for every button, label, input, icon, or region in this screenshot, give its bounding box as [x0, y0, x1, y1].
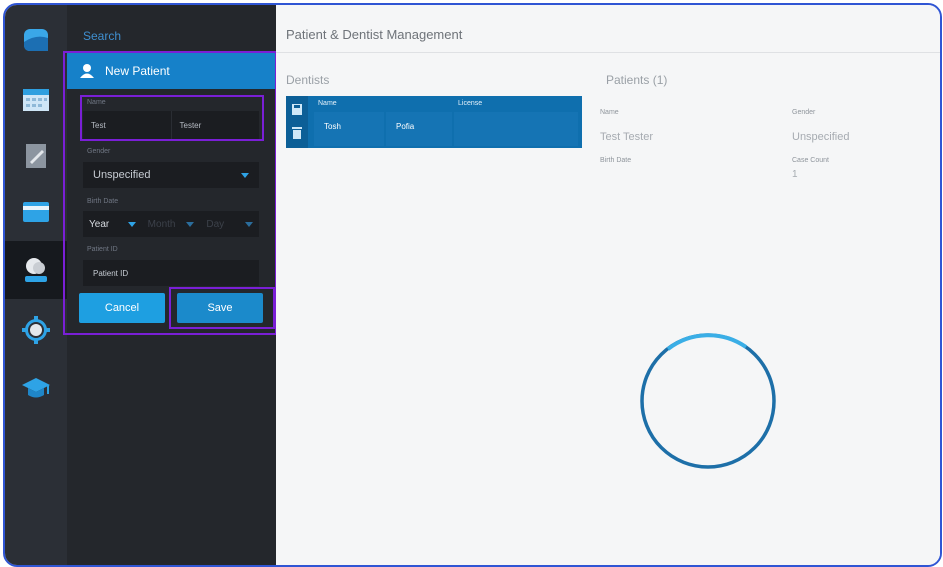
- patient-id-label: Patient ID: [87, 246, 118, 253]
- patient-gender-label: Gender: [792, 109, 816, 116]
- app-logo-icon[interactable]: [5, 11, 67, 69]
- year-select[interactable]: Year: [83, 211, 142, 237]
- card-icon[interactable]: [5, 183, 67, 241]
- page-title: Patient & Dentist Management: [286, 27, 463, 42]
- gender-label: Gender: [87, 148, 111, 155]
- patients-icon[interactable]: [5, 241, 67, 299]
- patient-case-count-value: 1: [792, 169, 798, 180]
- chevron-down-icon: [127, 221, 136, 227]
- dentist-first-name[interactable]: Tosh: [314, 112, 384, 146]
- graduation-cap-icon[interactable]: [5, 359, 67, 417]
- save-icon[interactable]: [292, 102, 302, 120]
- dentists-heading: Dentists: [286, 73, 330, 87]
- dentist-last-name[interactable]: Pofia: [386, 112, 452, 146]
- patient-id-input[interactable]: Patient ID: [83, 260, 259, 286]
- patients-heading: Patients (1): [606, 73, 667, 87]
- patient-birth-date-label: Birth Date: [600, 157, 632, 164]
- search-link[interactable]: Search: [83, 29, 121, 43]
- column-header-license: License: [458, 100, 483, 107]
- new-patient-label: New Patient: [105, 64, 170, 78]
- delete-icon[interactable]: [292, 126, 302, 144]
- gender-select-value: Unspecified: [93, 169, 151, 181]
- dentist-license[interactable]: [454, 112, 578, 146]
- document-icon[interactable]: [5, 127, 67, 185]
- day-select-value: Day: [206, 218, 225, 230]
- name-label: Name: [87, 99, 106, 106]
- day-select[interactable]: Day: [200, 211, 259, 237]
- patient-name-label: Name: [600, 109, 619, 116]
- chevron-down-icon: [186, 221, 195, 227]
- patients-heading-label: Patients: [606, 73, 650, 87]
- calendar-icon[interactable]: [5, 71, 67, 129]
- icon-rail: [5, 5, 67, 565]
- patient-gender-value: Unspecified: [792, 131, 850, 143]
- settings-icon[interactable]: [5, 301, 67, 359]
- cancel-button[interactable]: Cancel: [79, 293, 165, 323]
- app-window: Search New Patient Name Test Tester Gend…: [3, 3, 942, 567]
- last-name-field[interactable]: Tester: [170, 111, 259, 139]
- title-divider: [276, 52, 940, 53]
- new-patient-header[interactable]: New Patient: [67, 53, 276, 89]
- chevron-down-icon: [241, 172, 249, 178]
- month-select-value: Month: [147, 218, 176, 230]
- year-select-value: Year: [89, 218, 110, 230]
- gender-select[interactable]: Unspecified: [83, 162, 259, 188]
- main-content: Patient & Dentist Management Dentists Pa…: [276, 5, 940, 565]
- month-select[interactable]: Month: [142, 211, 201, 237]
- chevron-down-icon: [245, 221, 254, 227]
- first-name-field[interactable]: Test: [83, 111, 171, 139]
- birth-date-fields: Year Month Day: [83, 211, 259, 237]
- patients-count: (1): [652, 73, 668, 87]
- dentist-tools: [286, 96, 308, 148]
- dentists-table: Name License Tosh Pofia: [286, 96, 582, 148]
- birth-date-label: Birth Date: [87, 198, 119, 205]
- save-button[interactable]: Save: [177, 293, 263, 323]
- patient-name-value[interactable]: Test Tester: [600, 131, 653, 143]
- side-panel: Search New Patient Name Test Tester Gend…: [67, 5, 276, 565]
- patient-case-count-label: Case Count: [792, 157, 829, 164]
- loading-spinner-icon: [638, 331, 778, 476]
- user-icon: [79, 63, 95, 79]
- name-fields: Test Tester: [83, 111, 259, 139]
- column-header-name: Name: [318, 100, 337, 107]
